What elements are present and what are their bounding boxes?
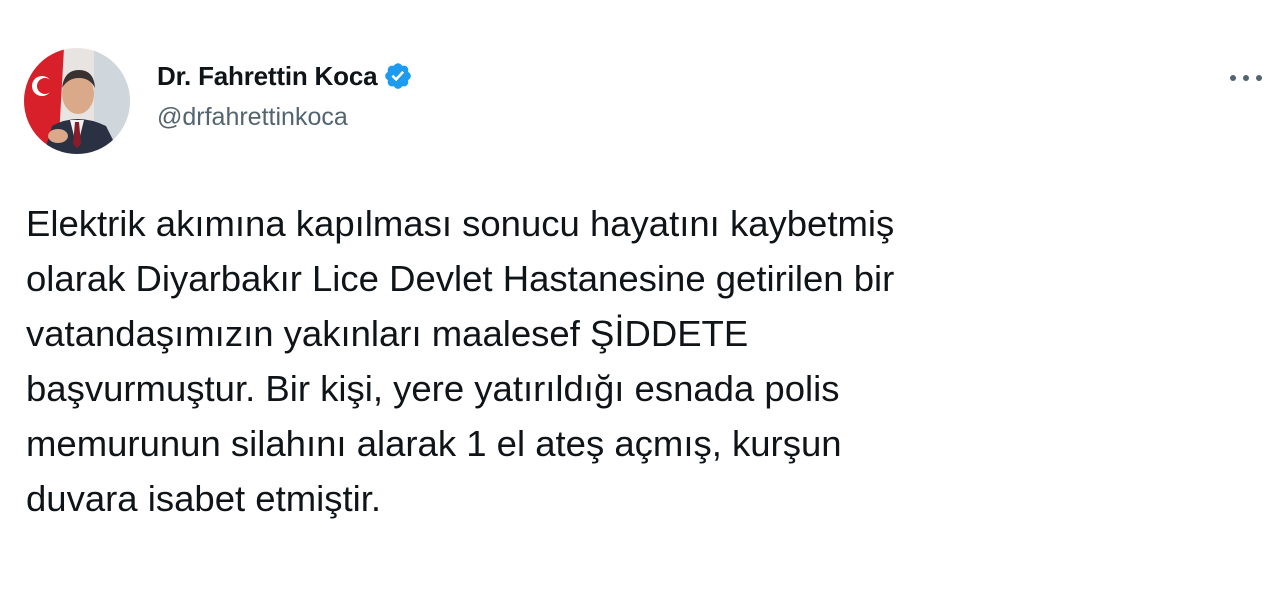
avatar-image [24,48,130,154]
more-options-icon [1230,75,1262,81]
avatar[interactable] [24,48,130,154]
more-options-button[interactable] [1226,66,1266,90]
author-display-name[interactable]: Dr. Fahrettin Koca [157,61,378,92]
tweet-text: Elektrik akımına kapılması sonucu hayatı… [26,203,895,519]
author-handle[interactable]: @drfahrettinkoca [157,103,413,132]
name-row: Dr. Fahrettin Koca [157,58,413,94]
tweet: Dr. Fahrettin Koca @drfahrettinkoca Elek… [0,0,1280,599]
author-block: Dr. Fahrettin Koca @drfahrettinkoca [157,58,413,132]
verified-badge-icon [383,61,413,91]
